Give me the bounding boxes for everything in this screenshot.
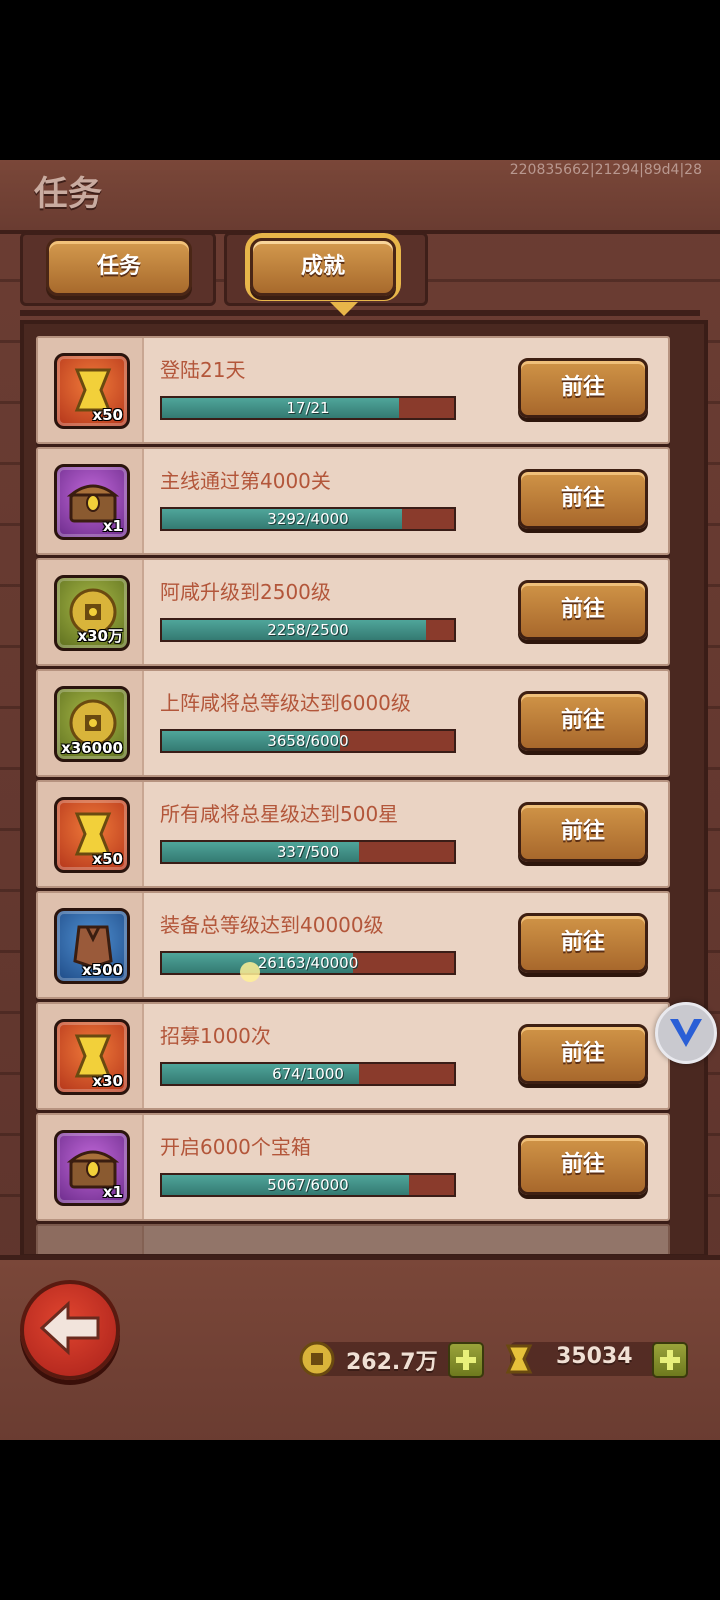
- go-button[interactable]: 前往: [518, 802, 648, 862]
- achievement-row: x1 开启6000个宝箱 5067/6000 前往: [36, 1113, 670, 1221]
- reward-item[interactable]: x1: [54, 1130, 130, 1206]
- scroll-balance: 35034: [500, 1340, 690, 1380]
- progress-text: 3658/6000: [267, 732, 349, 750]
- reward-item[interactable]: x50: [54, 353, 130, 429]
- scroll-amount: 35034: [556, 1344, 633, 1369]
- go-button[interactable]: 前往: [518, 1135, 648, 1195]
- reward-column: x1: [38, 449, 144, 553]
- v-logo-icon: [670, 1019, 702, 1047]
- achievement-title: 登陆21天: [160, 358, 246, 382]
- reward-column: x500: [38, 893, 144, 997]
- achievement-title: 装备总等级达到40000级: [160, 913, 384, 937]
- achievement-row: x50 所有咸将总星级达到500星 337/500 前往: [36, 780, 670, 888]
- progress-text: 674/1000: [272, 1065, 344, 1083]
- reward-item[interactable]: x36000: [54, 686, 130, 762]
- progress-text: 2258/2500: [267, 621, 349, 639]
- progress-bar: 674/1000: [160, 1062, 456, 1086]
- reward-quantity: x500: [82, 961, 123, 979]
- back-arrow-icon: [39, 1300, 100, 1356]
- progress-text: 5067/6000: [267, 1176, 349, 1194]
- top-bar: 任务 220835662|21294|89d4|28: [0, 160, 720, 234]
- progress-text: 17/21: [286, 399, 330, 417]
- progress-bar: 5067/6000: [160, 1173, 456, 1197]
- reward-column: x36000: [38, 671, 144, 775]
- progress-bar: 17/21: [160, 396, 456, 420]
- reward-column: x30: [38, 1004, 144, 1108]
- reward-quantity: x50: [92, 850, 123, 868]
- reward-quantity: x30万: [77, 627, 123, 645]
- coin-icon: [299, 1341, 335, 1377]
- progress-bar: 3292/4000: [160, 507, 456, 531]
- coin-balance: 262.7万: [298, 1340, 484, 1380]
- back-button[interactable]: [20, 1280, 120, 1380]
- progress-bar: 26163/40000: [160, 951, 456, 975]
- tab-achievements[interactable]: 成就: [250, 238, 396, 296]
- tab-bar: 任务 成就: [20, 230, 700, 316]
- active-tab-indicator: [330, 302, 358, 316]
- reward-column: x50: [38, 338, 144, 442]
- go-button[interactable]: 前往: [518, 691, 648, 751]
- progress-bar: 2258/2500: [160, 618, 456, 642]
- progress-bar: 3658/6000: [160, 729, 456, 753]
- go-button[interactable]: 前往: [518, 1024, 648, 1084]
- go-button[interactable]: 前往: [518, 469, 648, 529]
- achievement-row: x30 招募1000次 674/1000 前往: [36, 1002, 670, 1110]
- add-scrolls-button[interactable]: [652, 1342, 688, 1378]
- coin-amount: 262.7万: [346, 1350, 438, 1375]
- achievement-list[interactable]: x50 登陆21天 17/21 前往 x1 主线通过第4000关 3292/4000 前往 x3…: [20, 320, 708, 1258]
- achievement-title: 阿咸升级到2500级: [160, 580, 331, 604]
- reward-item[interactable]: x500: [54, 908, 130, 984]
- game-screen: 任务 220835662|21294|89d4|28 任务 成就 x50 登陆21…: [0, 160, 720, 1440]
- reward-item[interactable]: x50: [54, 797, 130, 873]
- achievement-row: x36000 上阵咸将总等级达到6000级 3658/6000 前往: [36, 669, 670, 777]
- touch-indicator: [240, 962, 260, 982]
- achievement-row: x30万 阿咸升级到2500级 2258/2500 前往: [36, 558, 670, 666]
- progress-text: 3292/4000: [267, 510, 349, 528]
- bottom-bar: 262.7万 35034: [0, 1255, 720, 1440]
- add-coins-button[interactable]: [448, 1342, 484, 1378]
- reward-quantity: x50: [92, 406, 123, 424]
- build-info: 220835662|21294|89d4|28: [509, 162, 702, 178]
- achievement-title: 所有咸将总星级达到500星: [160, 802, 399, 826]
- reward-item[interactable]: x30万: [54, 575, 130, 651]
- reward-quantity: x36000: [61, 739, 123, 757]
- achievement-title: 开启6000个宝箱: [160, 1135, 311, 1159]
- achievement-row-partial: [36, 1224, 670, 1254]
- reward-item[interactable]: x1: [54, 464, 130, 540]
- reward-column: x50: [38, 782, 144, 886]
- progress-bar: 337/500: [160, 840, 456, 864]
- reward-column: x1: [38, 1115, 144, 1219]
- floating-assistant-button[interactable]: [655, 1002, 717, 1064]
- go-button[interactable]: 前往: [518, 358, 648, 418]
- achievement-row: x50 登陆21天 17/21 前往: [36, 336, 670, 444]
- reward-quantity: x30: [92, 1072, 123, 1090]
- go-button[interactable]: 前往: [518, 580, 648, 640]
- achievement-title: 招募1000次: [160, 1024, 271, 1048]
- achievement-row: x1 主线通过第4000关 3292/4000 前往: [36, 447, 670, 555]
- achievement-title: 上阵咸将总等级达到6000级: [160, 691, 411, 715]
- scroll-icon: [505, 1344, 533, 1374]
- reward-quantity: x1: [102, 517, 123, 535]
- achievement-row: x500 装备总等级达到40000级 26163/40000 前往: [36, 891, 670, 999]
- progress-text: 26163/40000: [257, 954, 359, 972]
- tab-tasks[interactable]: 任务: [46, 238, 192, 296]
- page-title: 任务: [34, 174, 102, 214]
- achievement-title: 主线通过第4000关: [160, 469, 331, 493]
- progress-text: 337/500: [276, 843, 340, 861]
- go-button[interactable]: 前往: [518, 913, 648, 973]
- reward-item[interactable]: x30: [54, 1019, 130, 1095]
- reward-quantity: x1: [102, 1183, 123, 1201]
- reward-column: x30万: [38, 560, 144, 664]
